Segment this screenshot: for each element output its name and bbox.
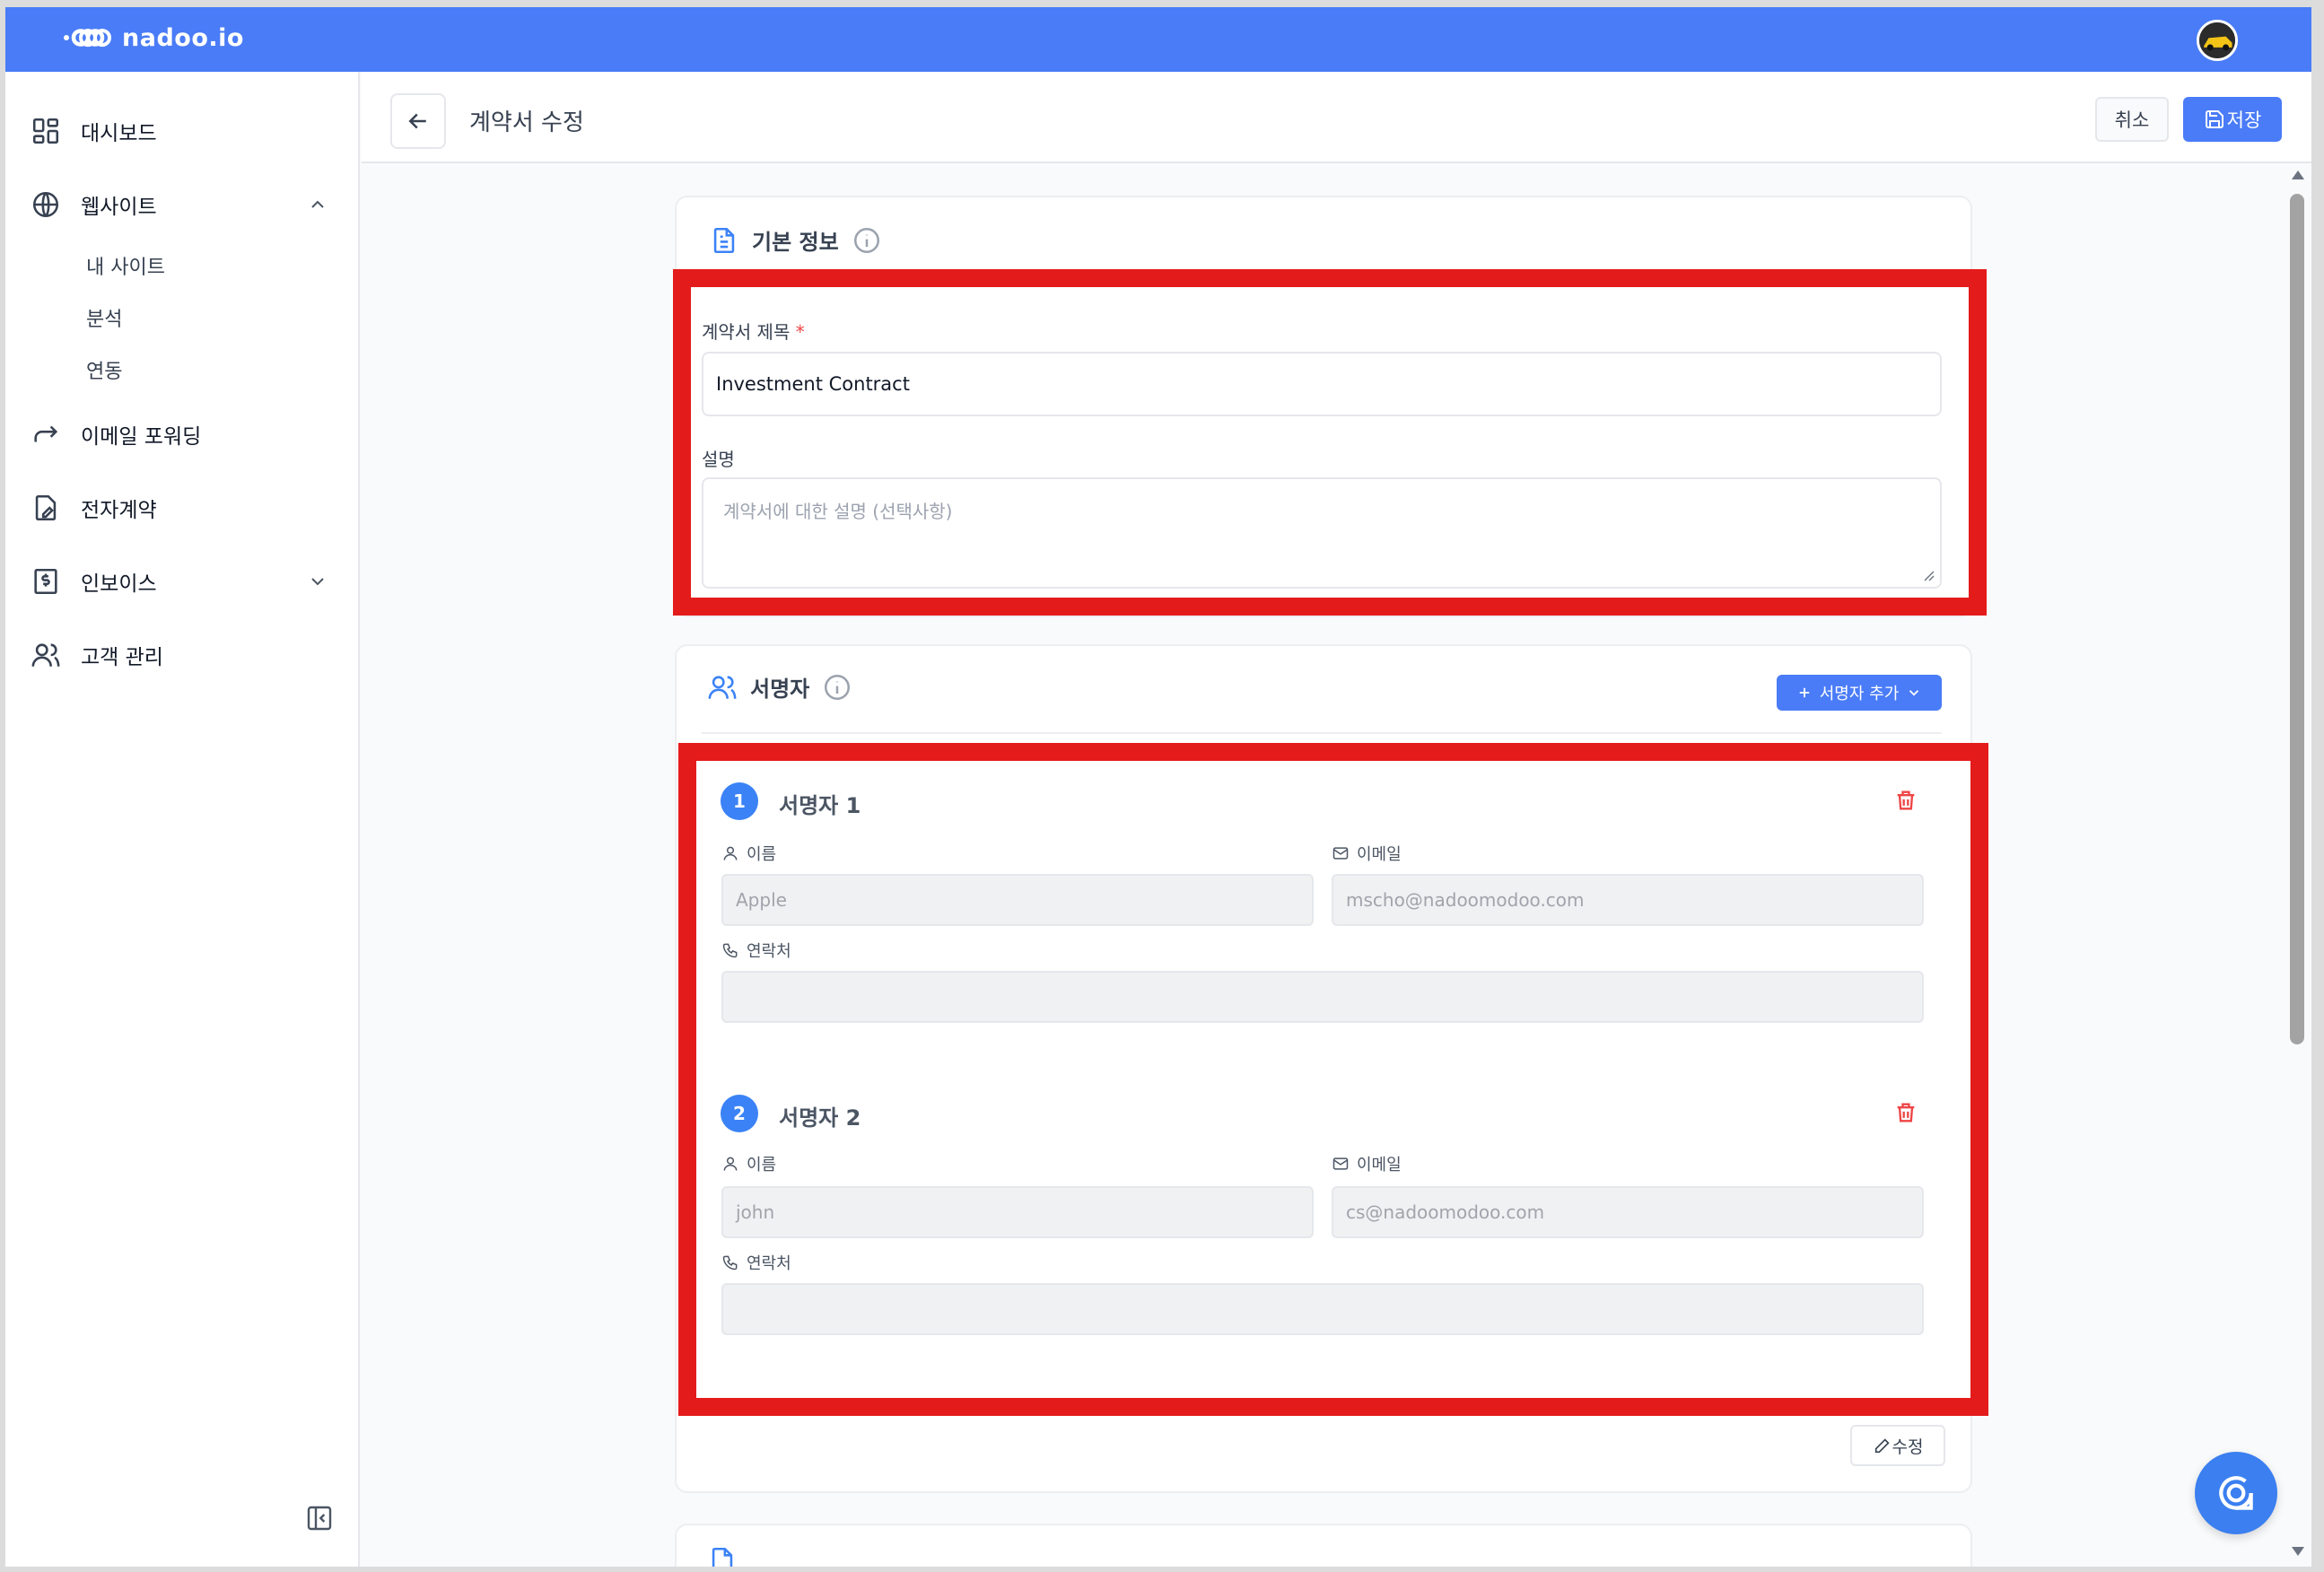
page-header: 계약서 수정 취소 저장 — [362, 72, 2311, 163]
chat-icon — [2219, 1476, 2253, 1510]
sidebar-item-label: 전자계약 — [81, 499, 157, 522]
users-icon — [31, 643, 60, 667]
sidebar-item-dashboard[interactable]: 대시보드 — [31, 111, 157, 151]
sidebar-item-label: 고객 관리 — [81, 646, 163, 669]
edit-signers-button[interactable]: 수정 — [1850, 1425, 1945, 1466]
sidebar-item-email-forwarding[interactable]: 이메일 포워딩 — [31, 415, 201, 454]
highlight-box-basic-info — [673, 269, 1987, 616]
page-title: 계약서 수정 — [469, 109, 584, 136]
logo[interactable]: nadoo.io — [61, 20, 244, 56]
pencil-icon — [1874, 1438, 1890, 1454]
save-icon — [2205, 110, 2224, 128]
sidebar-item-invoice[interactable]: 인보이스 — [31, 562, 157, 601]
contract-icon — [35, 494, 57, 521]
sidebar-item-label: 인보이스 — [81, 572, 157, 596]
arrow-left-icon — [408, 113, 426, 129]
chat-button[interactable] — [2195, 1452, 2277, 1534]
forward-icon — [34, 425, 58, 442]
chevron-down-icon[interactable] — [307, 571, 328, 592]
sidebar: 대시보드 웹사이트 내 사이트 분석 연동 이메일 포워딩 전자계약 인보이스 … — [5, 72, 360, 1567]
sidebar-collapse-icon[interactable] — [305, 1504, 334, 1533]
top-bar: nadoo.io — [5, 7, 2311, 72]
logo-mark-icon — [64, 29, 111, 47]
globe-icon — [32, 191, 59, 218]
document-icon — [713, 227, 735, 253]
document-icon — [712, 1547, 733, 1567]
divider — [702, 732, 1942, 734]
edit-label: 수정 — [1892, 1437, 1924, 1457]
scroll-down-arrow-icon[interactable] — [2290, 1545, 2306, 1558]
info-icon[interactable] — [822, 672, 852, 703]
add-signer-label: 서명자 추가 — [1819, 685, 1900, 703]
sidebar-item-website[interactable]: 웹사이트 — [31, 185, 157, 224]
sidebar-subitem-analytics[interactable]: 분석 — [86, 303, 122, 332]
chevron-down-icon — [1909, 690, 1919, 696]
save-button-label: 저장 — [2226, 109, 2262, 131]
signers-heading: 서명자 — [707, 671, 865, 703]
info-icon[interactable] — [852, 225, 882, 256]
sidebar-item-customers[interactable]: 고객 관리 — [31, 635, 163, 675]
dashboard-icon — [32, 118, 59, 144]
sidebar-item-e-contract[interactable]: 전자계약 — [31, 488, 157, 528]
add-signer-button[interactable]: 서명자 추가 — [1777, 675, 1942, 711]
sidebar-subitem-my-sites[interactable]: 내 사이트 — [86, 251, 165, 280]
sidebar-item-label: 대시보드 — [81, 122, 157, 145]
chevron-up-icon[interactable] — [307, 194, 328, 215]
signers-title: 서명자 — [750, 677, 810, 702]
back-button[interactable] — [390, 93, 446, 149]
contract-document-card — [675, 1524, 1972, 1567]
plus-icon — [1799, 687, 1809, 698]
scroll-up-arrow-icon[interactable] — [2290, 169, 2306, 181]
invoice-icon — [34, 568, 57, 595]
basic-info-heading: 기본 정보 — [709, 224, 895, 256]
avatar[interactable] — [2197, 20, 2238, 61]
sidebar-item-label: 웹사이트 — [81, 196, 157, 219]
sidebar-item-label: 이메일 포워딩 — [81, 425, 202, 449]
logo-text: nadoo.io — [122, 23, 244, 52]
highlight-box-signers — [678, 743, 1988, 1416]
save-button[interactable]: 저장 — [2183, 97, 2282, 142]
avatar-image-icon — [2199, 22, 2235, 58]
cancel-button[interactable]: 취소 — [2095, 97, 2169, 142]
users-icon — [708, 675, 737, 699]
scrollbar-thumb[interactable] — [2290, 194, 2304, 1044]
sidebar-subitem-integration[interactable]: 연동 — [86, 355, 122, 384]
basic-info-title: 기본 정보 — [752, 230, 839, 255]
app-window: nadoo.io 대시보드 웹사이트 내 사이트 분석 연동 이메일 포워딩 전… — [5, 7, 2311, 1567]
